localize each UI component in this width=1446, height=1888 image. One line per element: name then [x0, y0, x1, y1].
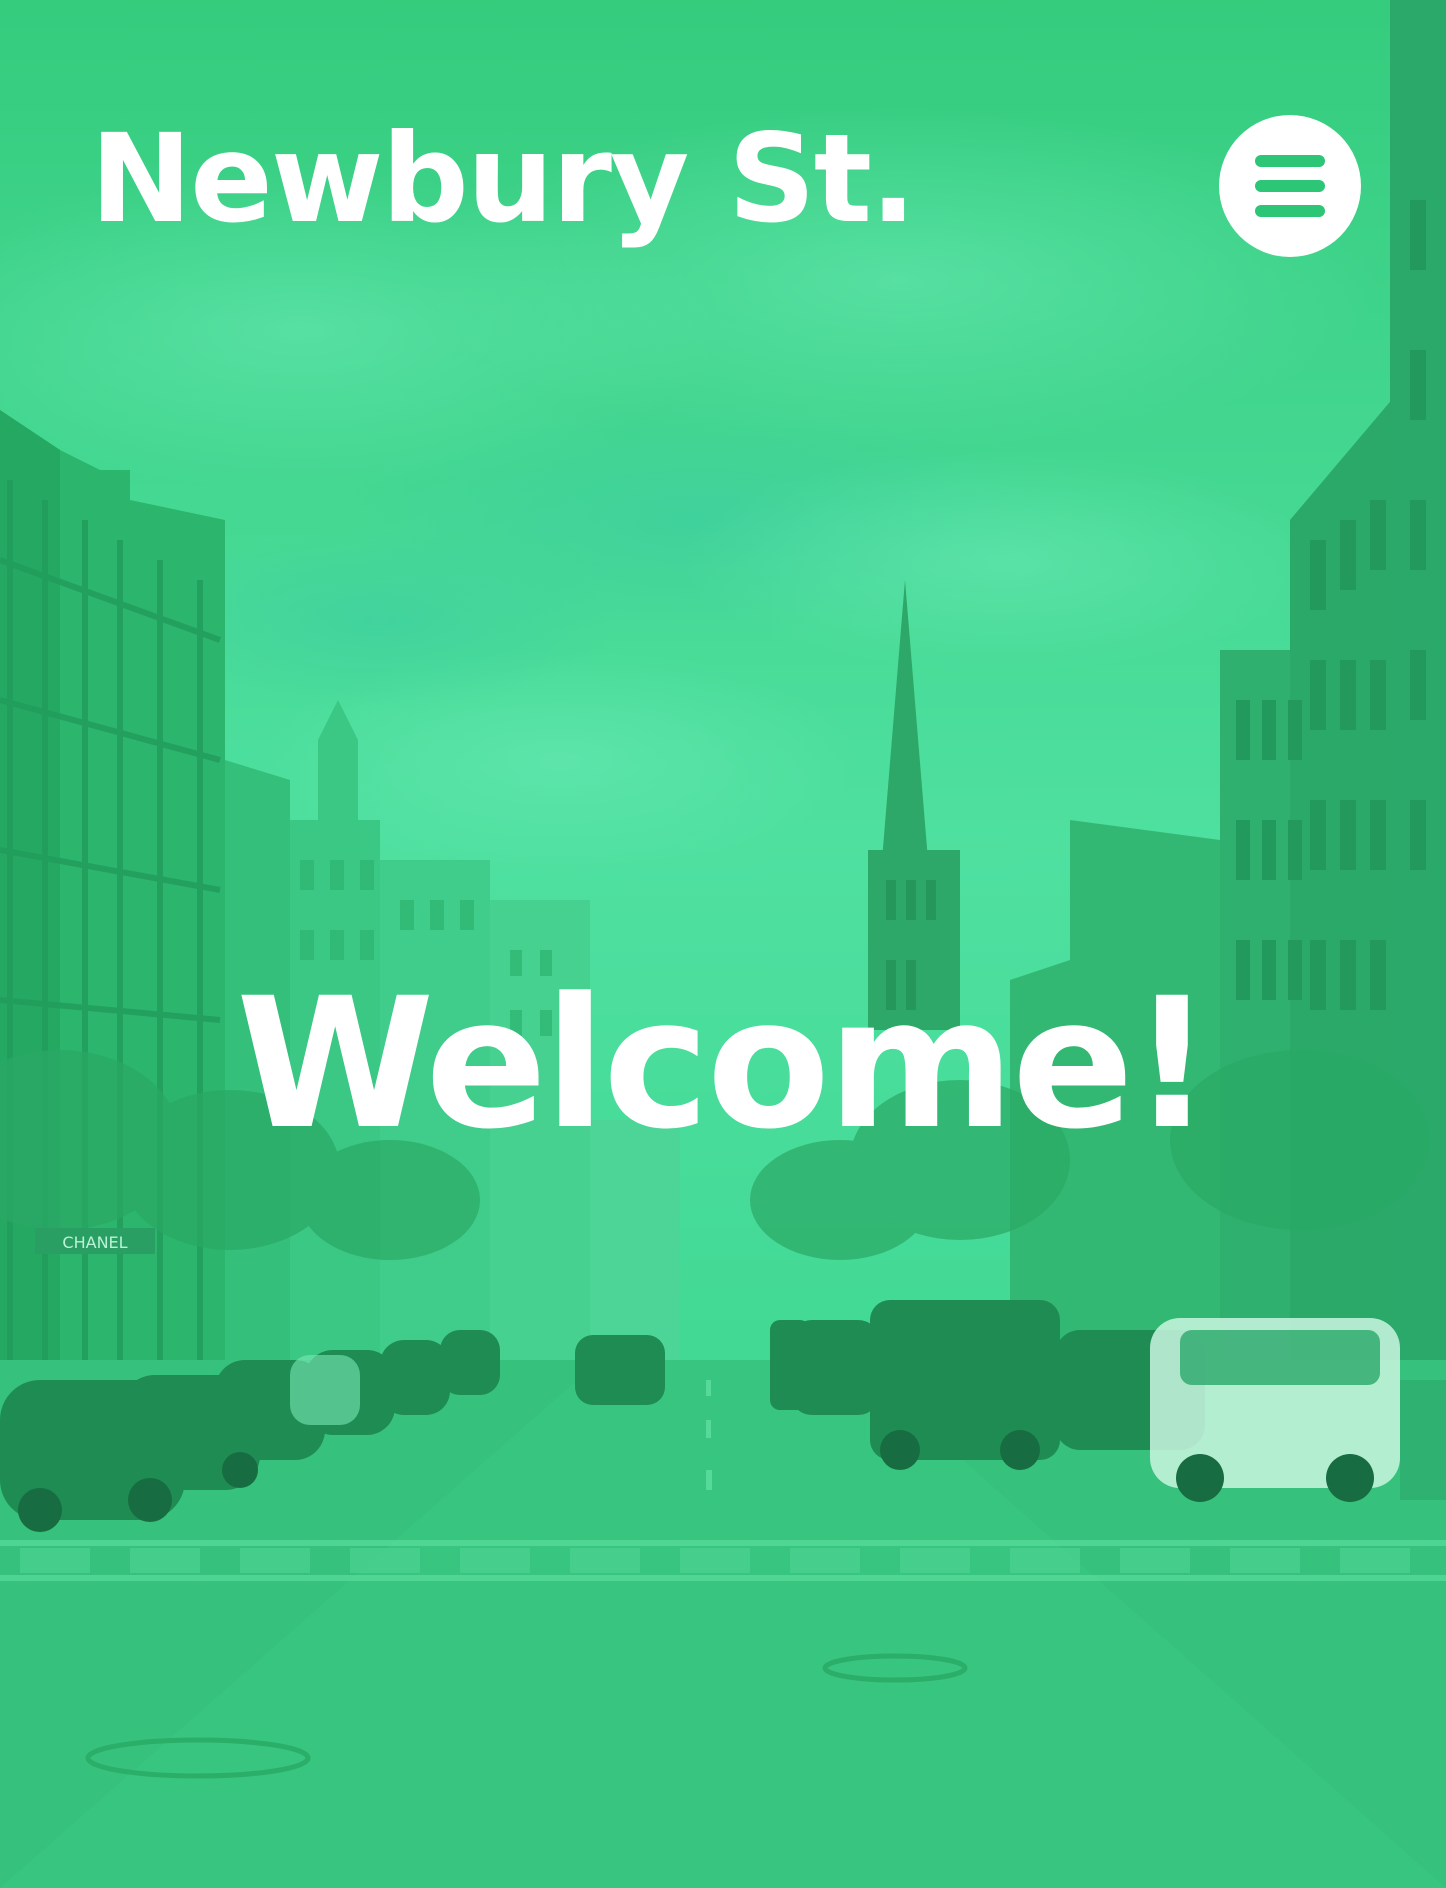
- menu-icon-bar: [1255, 205, 1325, 217]
- hero-section: CHANEL Newbury St. Welcome!: [0, 0, 1446, 1888]
- welcome-headline: Welcome!: [236, 960, 1213, 1169]
- chanel-sign: CHANEL: [62, 1233, 127, 1252]
- menu-button[interactable]: [1219, 115, 1361, 257]
- street-background-image: CHANEL: [0, 0, 1446, 1888]
- brand-title[interactable]: Newbury St.: [90, 118, 916, 240]
- menu-icon-bar: [1255, 180, 1325, 192]
- menu-icon-bar: [1255, 155, 1325, 167]
- hamburger-menu-icon: [1255, 155, 1325, 217]
